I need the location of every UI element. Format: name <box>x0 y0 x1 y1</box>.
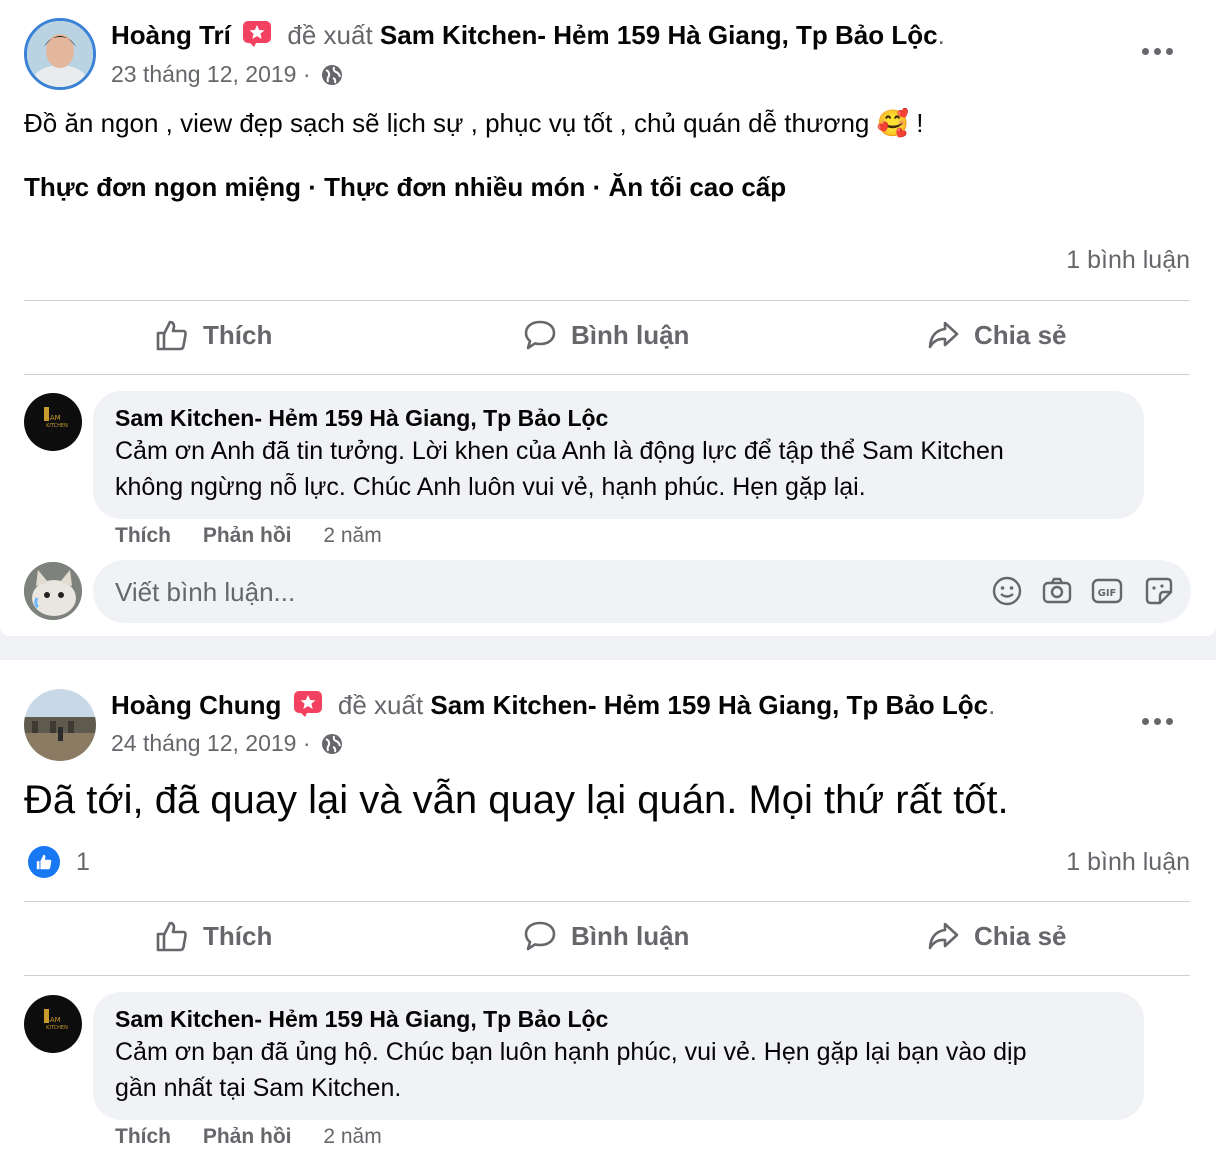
svg-text:KITCHEN: KITCHEN <box>46 423 68 429</box>
more-icon[interactable] <box>1142 716 1174 726</box>
comment-input[interactable]: Viết bình luận... GIF <box>93 560 1191 623</box>
comment-label: Bình luận <box>571 920 690 951</box>
comment-time[interactable]: 2 năm <box>323 524 381 547</box>
like-button[interactable]: Thích <box>155 318 272 352</box>
comment-reply-link[interactable]: Phản hồi <box>203 524 292 547</box>
comment-text-line: Cảm ơn bạn đã ủng hộ. Chúc bạn luôn hạnh… <box>115 1038 1027 1066</box>
like-button[interactable]: Thích <box>155 919 272 953</box>
like-icon <box>156 320 187 351</box>
author-avatar[interactable] <box>24 18 96 90</box>
author-name[interactable]: Hoàng Chung <box>111 690 281 720</box>
comment-icon <box>524 320 556 350</box>
comment-text-line: không ngừng nỗ lực. Chúc Anh luôn vui vẻ… <box>115 473 866 501</box>
like-label: Thích <box>203 319 273 350</box>
more-icon[interactable] <box>1142 46 1174 56</box>
post-date: 24 tháng 12, 2019 · <box>111 730 343 757</box>
page-name[interactable]: Sam Kitchen- Hẻm 159 Hà Giang, Tp Bảo Lộ… <box>380 20 938 50</box>
comment-count[interactable]: 1 bình luận <box>1066 848 1190 877</box>
page-logo: SAM <box>45 414 60 422</box>
share-button[interactable]: Chia sẻ <box>926 318 1067 352</box>
commenter-name[interactable]: Sam Kitchen- Hẻm 159 Hà Giang, Tp Bảo Lộ… <box>115 403 1122 433</box>
author-name[interactable]: Hoàng Trí <box>111 20 231 50</box>
comment-button[interactable]: Bình luận <box>523 318 689 352</box>
comment-label: Bình luận <box>571 319 690 350</box>
recommend-verb: đề xuất <box>287 20 373 50</box>
post-date-text[interactable]: 23 tháng 12, 2019 · <box>111 61 311 87</box>
comment-text-line: Cảm ơn Anh đã tin tưởng. Lời khen của An… <box>115 437 1004 465</box>
post-body: Đã tới, đã quay lại và vẫn quay lại quán… <box>24 778 1009 822</box>
post-header: Hoàng Chung đề xuất Sam Kitchen- Hẻm 159… <box>111 690 996 720</box>
comment-time[interactable]: 2 năm <box>323 1125 381 1148</box>
post-body: Đồ ăn ngon , view đẹp sạch sẽ lịch sự , … <box>24 108 870 138</box>
like-label: Thích <box>203 920 273 951</box>
share-icon <box>928 321 959 349</box>
share-label: Chia sẻ <box>974 319 1067 350</box>
svg-text:GIF: GIF <box>1098 588 1117 599</box>
current-user-avatar[interactable] <box>24 562 82 620</box>
comment-reply-link[interactable]: Phản hồi <box>203 1125 292 1148</box>
post-text: Đồ ăn ngon , view đẹp sạch sẽ lịch sự , … <box>24 108 923 139</box>
svg-text:SAM: SAM <box>45 1016 60 1024</box>
camera-icon[interactable] <box>1041 575 1073 607</box>
recommendation-tags: Thực đơn ngon miệng · Thực đơn nhiều món… <box>24 172 787 202</box>
comment-count[interactable]: 1 bình luận <box>1066 246 1190 275</box>
comment-bubble: Sam Kitchen- Hẻm 159 Hà Giang, Tp Bảo Lộ… <box>93 992 1144 1120</box>
globe-icon <box>321 64 343 86</box>
post-date-text[interactable]: 24 tháng 12, 2019 · <box>111 730 311 756</box>
share-button[interactable]: Chia sẻ <box>926 919 1067 953</box>
comment-like-link[interactable]: Thích <box>115 1125 171 1148</box>
divider <box>24 901 1190 902</box>
recommend-verb: đề xuất <box>337 690 424 720</box>
comment-icon <box>524 921 556 951</box>
page-name[interactable]: Sam Kitchen- Hẻm 159 Hà Giang, Tp Bảo Lộ… <box>430 690 988 720</box>
divider <box>24 374 1190 375</box>
globe-icon <box>321 733 343 755</box>
page-avatar[interactable]: SAM KITCHEN <box>24 393 82 451</box>
post-date: 23 tháng 12, 2019 · <box>111 61 343 88</box>
post-header: Hoàng Trí đề xuất Sam Kitchen- Hẻm 159 H… <box>111 20 945 50</box>
comment-like-link[interactable]: Thích <box>115 524 171 547</box>
svg-text:KITCHEN: KITCHEN <box>46 1025 68 1031</box>
like-reaction-icon <box>28 846 60 878</box>
comment-button[interactable]: Bình luận <box>523 919 689 953</box>
post-card: Hoàng Chung đề xuất Sam Kitchen- Hẻm 159… <box>0 660 1216 1157</box>
emoji-icon[interactable] <box>991 575 1023 607</box>
recommend-badge-icon <box>293 690 323 718</box>
like-icon <box>156 921 187 952</box>
recommend-badge-icon <box>242 20 272 48</box>
post-card: Hoàng Trí đề xuất Sam Kitchen- Hẻm 159 H… <box>0 0 1216 636</box>
smiling-hearts-icon: 🥰 <box>876 108 909 138</box>
comment-actions: Thích Phản hồi 2 năm <box>115 1125 382 1149</box>
share-icon <box>928 922 959 950</box>
commenter-name[interactable]: Sam Kitchen- Hẻm 159 Hà Giang, Tp Bảo Lộ… <box>115 1004 1122 1034</box>
page-avatar[interactable]: SAM KITCHEN <box>24 995 82 1053</box>
post-body-end: ! <box>916 108 924 138</box>
gif-icon[interactable]: GIF <box>1091 575 1123 607</box>
divider <box>24 975 1190 976</box>
comment-input-placeholder: Viết bình luận... <box>115 577 296 607</box>
reaction-summary[interactable]: 1 <box>28 846 90 878</box>
comment-actions: Thích Phản hồi 2 năm <box>115 524 382 548</box>
share-label: Chia sẻ <box>974 920 1067 951</box>
comment-text-line: gần nhất tại Sam Kitchen. <box>115 1074 402 1102</box>
author-avatar[interactable] <box>24 689 96 761</box>
divider <box>24 300 1190 301</box>
like-total: 1 <box>76 847 90 876</box>
sticker-icon[interactable] <box>1143 575 1175 607</box>
comment-bubble: Sam Kitchen- Hẻm 159 Hà Giang, Tp Bảo Lộ… <box>93 391 1144 519</box>
